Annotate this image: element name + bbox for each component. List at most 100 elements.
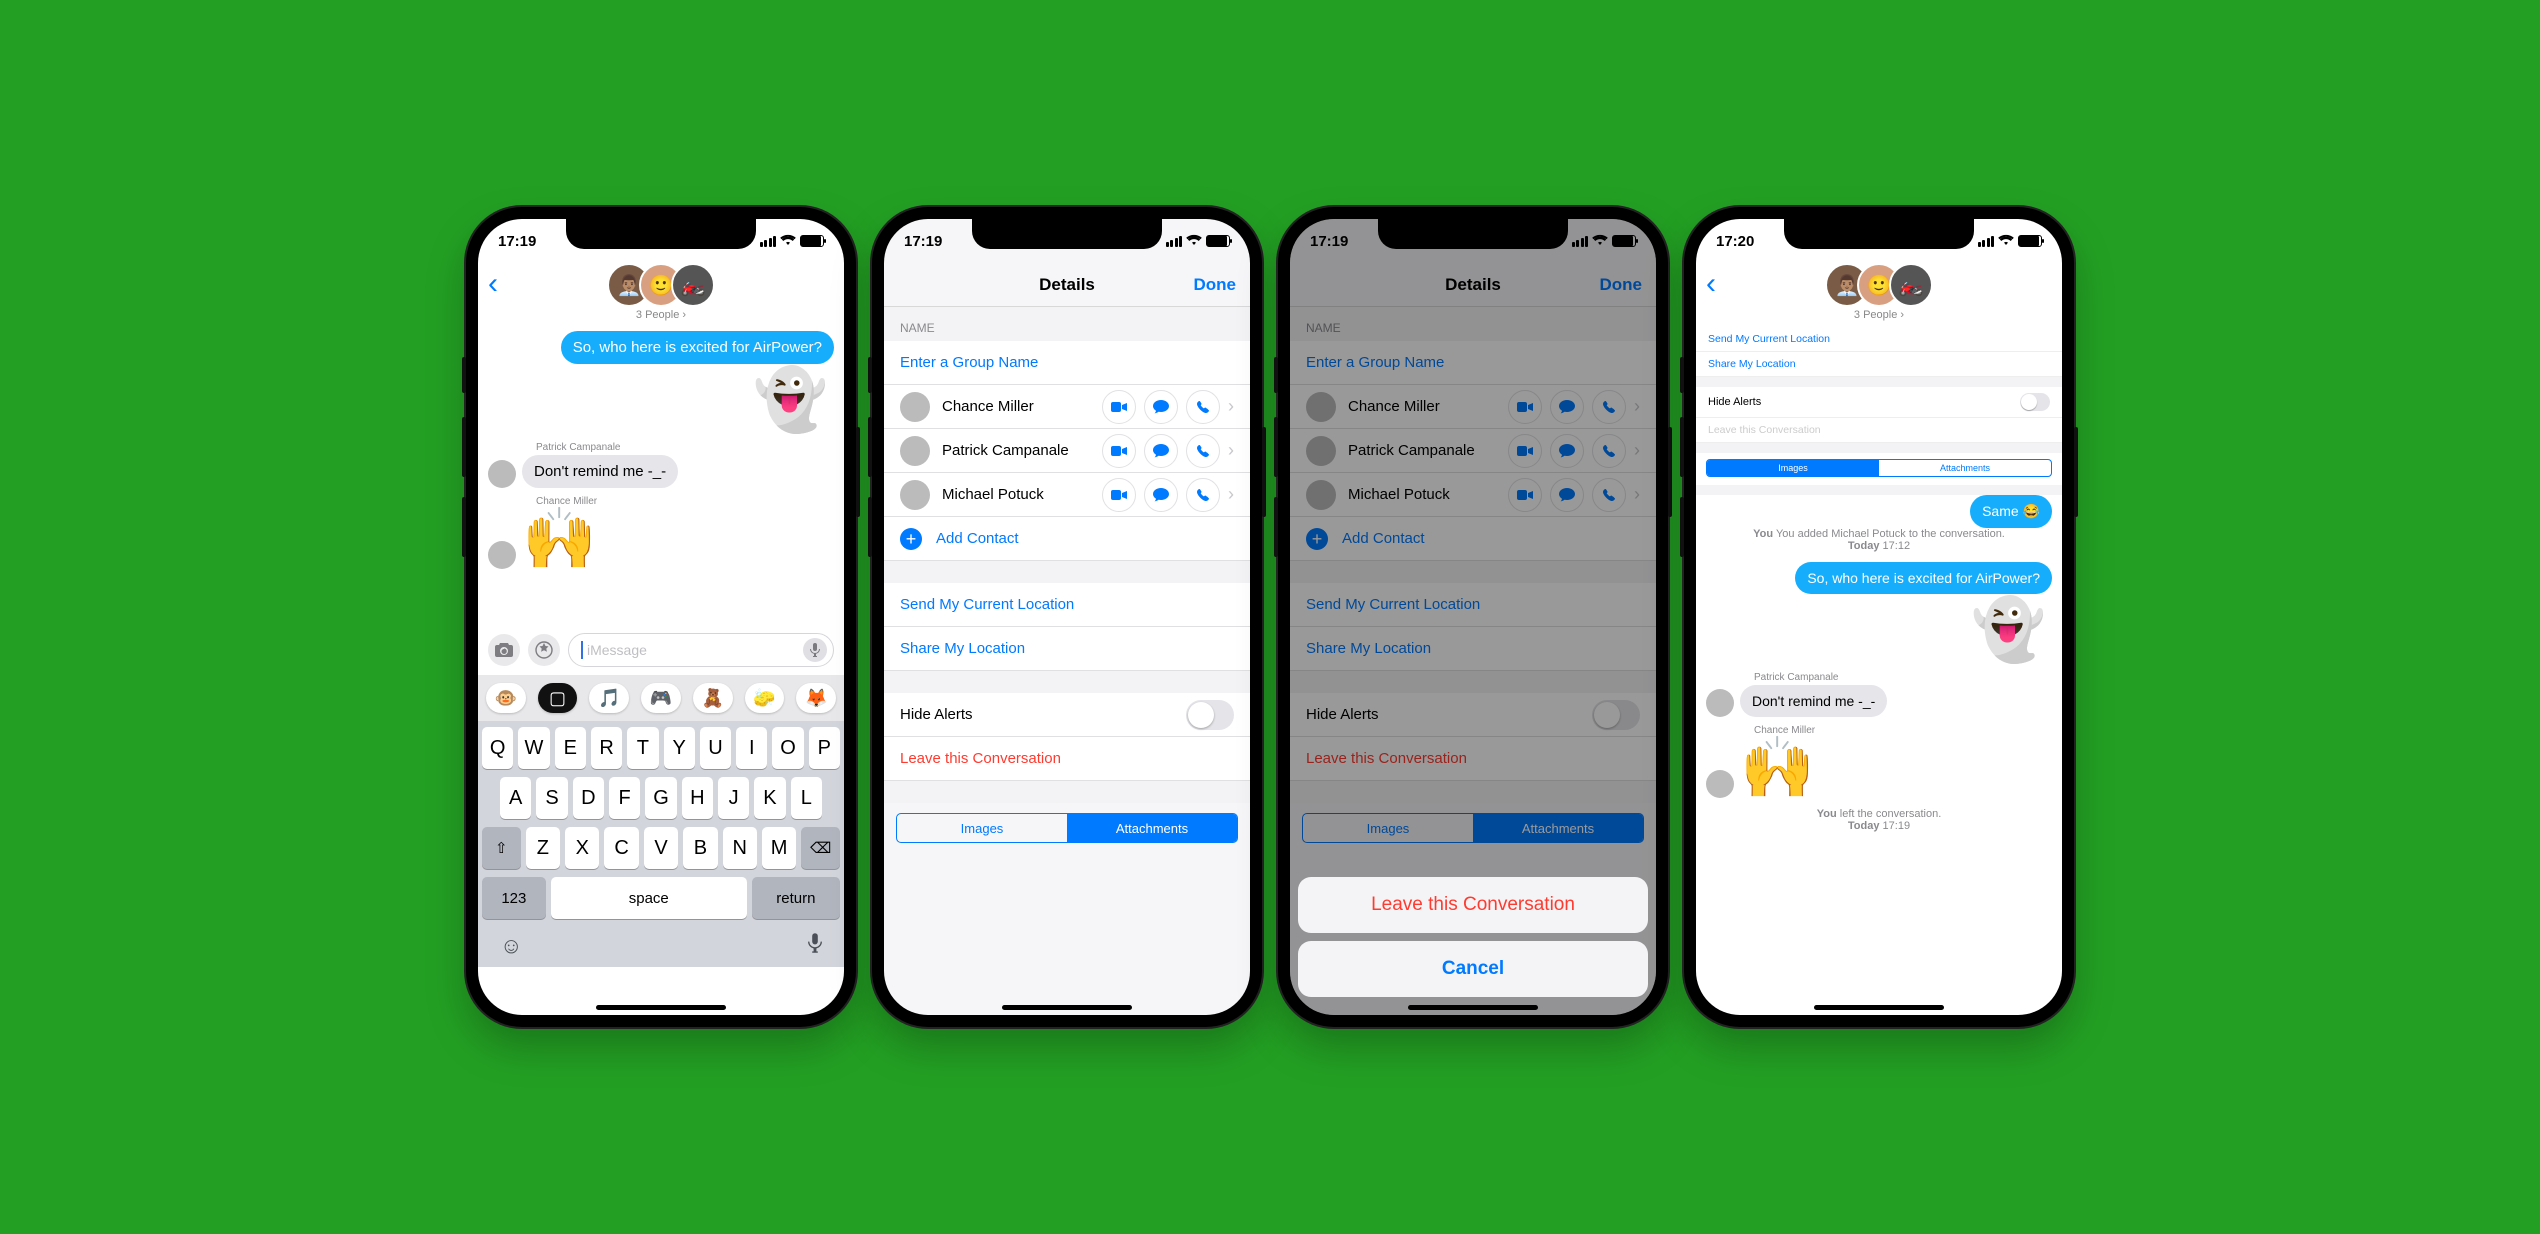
camera-icon[interactable] <box>488 634 520 666</box>
leave-conversation-row[interactable]: Leave this Conversation <box>884 737 1250 781</box>
key-i[interactable]: I <box>736 727 767 769</box>
key-d[interactable]: D <box>573 777 604 819</box>
hands-emoji[interactable]: 🙌 <box>522 509 597 569</box>
mini-send-location[interactable]: Send My Current Location <box>1696 327 2062 352</box>
sheet-leave-button[interactable]: Leave this Conversation <box>1298 877 1648 933</box>
contact-name: Patrick Campanale <box>942 442 1069 459</box>
app-music[interactable]: 🎵 <box>589 683 629 713</box>
appstore-icon[interactable] <box>528 634 560 666</box>
key-j[interactable]: J <box>718 777 749 819</box>
hands-emoji[interactable]: 🙌 <box>1740 738 1815 798</box>
shift-key[interactable]: ⇧ <box>482 827 521 869</box>
hide-alerts-switch[interactable] <box>1186 700 1234 730</box>
key-l[interactable]: L <box>791 777 822 819</box>
space-key[interactable]: space <box>551 877 747 919</box>
key-a[interactable]: A <box>500 777 531 819</box>
send-location-row[interactable]: Send My Current Location <box>884 583 1250 627</box>
sheet-cancel-button[interactable]: Cancel <box>1298 941 1648 997</box>
app-animoji[interactable]: 🐵 <box>486 683 526 713</box>
key-s[interactable]: S <box>536 777 567 819</box>
key-e[interactable]: E <box>555 727 586 769</box>
video-icon[interactable] <box>1102 478 1136 512</box>
phone-icon[interactable] <box>1186 390 1220 424</box>
key-q[interactable]: Q <box>482 727 513 769</box>
back-chevron-icon[interactable]: ‹ <box>1706 267 1716 301</box>
chat-header[interactable]: ‹ 👨🏽‍💼🙂🏍️ 3 People › <box>478 263 844 327</box>
key-o[interactable]: O <box>772 727 803 769</box>
phone-icon[interactable] <box>1186 434 1220 468</box>
message-out[interactable]: So, who here is excited for AirPower? <box>1795 562 2052 594</box>
dictate-key[interactable] <box>808 933 822 959</box>
key-v[interactable]: V <box>644 827 678 869</box>
key-r[interactable]: R <box>591 727 622 769</box>
add-contact-row[interactable]: + Add Contact <box>884 517 1250 561</box>
key-k[interactable]: K <box>754 777 785 819</box>
contact-name: Michael Potuck <box>942 486 1044 503</box>
nav-title: Details <box>1039 275 1095 295</box>
mini-segmented[interactable]: ImagesAttachments <box>1706 459 2052 477</box>
message-icon[interactable] <box>1144 478 1178 512</box>
seg-images[interactable]: Images <box>897 814 1067 842</box>
key-b[interactable]: B <box>683 827 717 869</box>
avatar-small[interactable] <box>488 541 516 569</box>
message-icon[interactable] <box>1144 390 1178 424</box>
share-location-row[interactable]: Share My Location <box>884 627 1250 671</box>
dictate-icon[interactable] <box>803 638 827 662</box>
message-input[interactable]: iMessage <box>568 633 834 667</box>
app-sticker2[interactable]: 🧽 <box>745 683 785 713</box>
mini-share-location[interactable]: Share My Location <box>1696 352 2062 377</box>
keyboard[interactable]: QWERTYUIOP ASDFGHJKL ⇧ ZXCVBNM ⌫ 123 spa… <box>478 721 844 967</box>
key-h[interactable]: H <box>682 777 713 819</box>
phone-icon[interactable] <box>1186 478 1220 512</box>
message-out[interactable]: So, who here is excited for AirPower? <box>561 331 834 364</box>
key-n[interactable]: N <box>723 827 757 869</box>
contact-row[interactable]: Patrick Campanale › <box>884 429 1250 473</box>
app-giphy[interactable]: ▢ <box>538 683 578 713</box>
key-t[interactable]: T <box>627 727 658 769</box>
phone-3: 17:19 Details Done NAME Enter a Group Na… <box>1278 207 1668 1027</box>
status-time: 17:19 <box>1310 233 1348 250</box>
key-g[interactable]: G <box>645 777 676 819</box>
message-list[interactable]: So, who here is excited for AirPower? 👻 … <box>478 327 844 627</box>
message-icon[interactable] <box>1144 434 1178 468</box>
avatar-small[interactable] <box>488 460 516 488</box>
mini-hide-alerts[interactable]: Hide Alerts <box>1696 387 2062 418</box>
message-out[interactable]: Same 😂 <box>1970 495 2052 528</box>
key-f[interactable]: F <box>609 777 640 819</box>
back-chevron-icon[interactable]: ‹ <box>488 267 498 301</box>
message-in[interactable]: Don't remind me -_- <box>522 455 678 488</box>
group-avatars[interactable]: 👨🏽‍💼🙂🏍️ <box>607 263 715 307</box>
app-sticker1[interactable]: 🧸 <box>693 683 733 713</box>
system-message: You You added Michael Potuck to the conv… <box>1706 528 2052 552</box>
return-key[interactable]: return <box>752 877 840 919</box>
emoji-key[interactable]: ☺ <box>500 933 522 959</box>
message-list[interactable]: Same 😂 You You added Michael Potuck to t… <box>1696 495 2062 842</box>
group-name-field[interactable]: Enter a Group Name <box>884 341 1250 385</box>
app-sticker3[interactable]: 🦊 <box>796 683 836 713</box>
chat-header[interactable]: ‹ 👨🏽‍💼🙂🏍️ 3 People › <box>1696 263 2062 327</box>
key-z[interactable]: Z <box>526 827 560 869</box>
video-icon[interactable] <box>1102 434 1136 468</box>
key-c[interactable]: C <box>604 827 638 869</box>
key-x[interactable]: X <box>565 827 599 869</box>
app-strip[interactable]: 🐵 ▢ 🎵 🎮 🧸 🧽 🦊 <box>478 675 844 721</box>
key-u[interactable]: U <box>700 727 731 769</box>
video-icon[interactable] <box>1102 390 1136 424</box>
segmented-control[interactable]: Images Attachments <box>896 813 1238 843</box>
message-placeholder: iMessage <box>587 642 647 658</box>
seg-attachments[interactable]: Attachments <box>1067 814 1237 842</box>
chat-subtitle[interactable]: 3 People › <box>478 309 844 321</box>
key-m[interactable]: M <box>762 827 796 869</box>
contact-row[interactable]: Chance Miller › <box>884 385 1250 429</box>
numbers-key[interactable]: 123 <box>482 877 546 919</box>
key-w[interactable]: W <box>518 727 549 769</box>
hide-alerts-row[interactable]: Hide Alerts <box>884 693 1250 737</box>
ghost-emoji[interactable]: 👻 <box>1971 600 2046 660</box>
ghost-emoji[interactable]: 👻 <box>753 370 828 430</box>
key-p[interactable]: P <box>809 727 840 769</box>
app-game[interactable]: 🎮 <box>641 683 681 713</box>
done-button[interactable]: Done <box>1194 275 1237 295</box>
contact-row[interactable]: Michael Potuck › <box>884 473 1250 517</box>
key-y[interactable]: Y <box>664 727 695 769</box>
backspace-key[interactable]: ⌫ <box>801 827 840 869</box>
